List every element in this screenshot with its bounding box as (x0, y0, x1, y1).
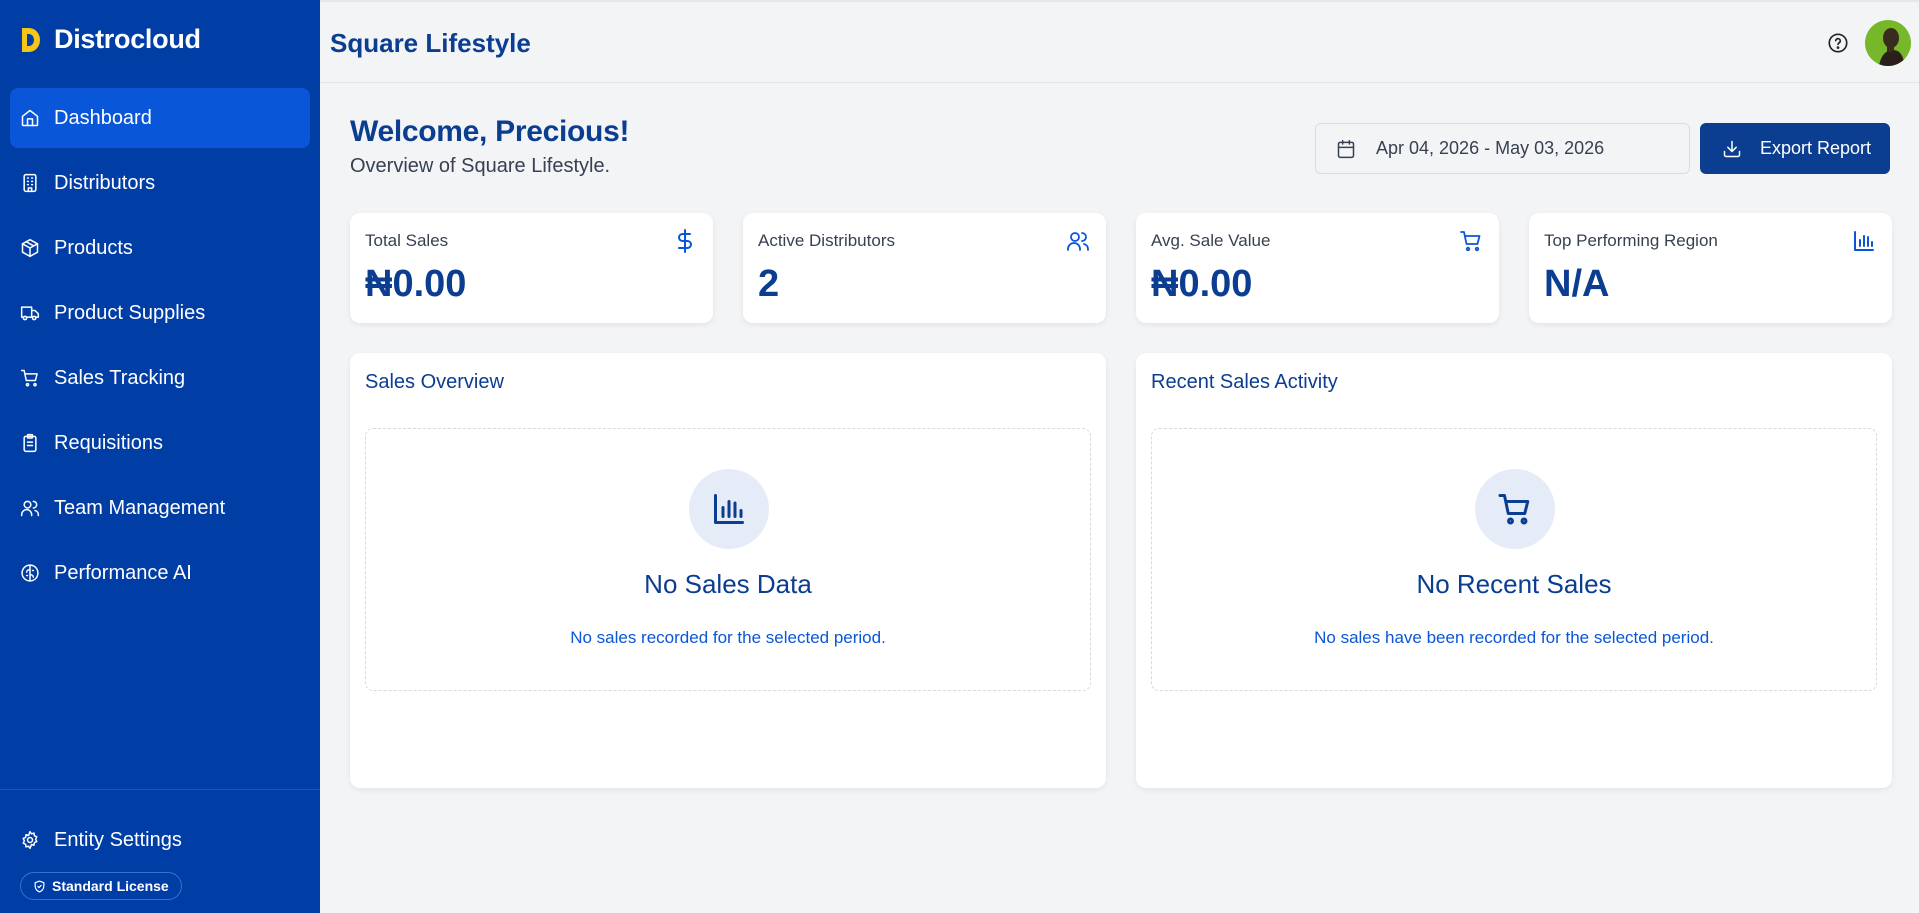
sidebar-item-distributors[interactable]: Distributors (10, 153, 310, 213)
sidebar-item-requisitions[interactable]: Requisitions (10, 413, 310, 473)
date-range-picker[interactable]: Apr 04, 2026 - May 03, 2026 (1315, 123, 1690, 174)
users-icon (20, 500, 40, 517)
sidebar-item-label: Dashboard (54, 106, 152, 129)
sidebar-item-label: Team Management (54, 496, 226, 519)
sidebar-item-label: Requisitions (54, 431, 163, 454)
sidebar-nav: Dashboard Distributors Products Product … (10, 88, 310, 608)
avatar[interactable] (1865, 20, 1911, 66)
sidebar-item-products[interactable]: Products (10, 218, 310, 278)
stat-value: ₦0.00 (1151, 263, 1253, 305)
download-icon (1723, 140, 1741, 157)
stat-label: Avg. Sale Value (1151, 231, 1271, 250)
stat-card-top-region: Top Performing Region N/A (1529, 213, 1892, 323)
users-icon (1067, 232, 1089, 251)
stat-card-active-distributors: Active Distributors 2 (743, 213, 1106, 323)
stat-label: Active Distributors (758, 231, 895, 250)
sidebar-item-label: Performance AI (54, 561, 192, 584)
stat-label: Top Performing Region (1544, 231, 1718, 250)
sidebar-item-dashboard[interactable]: Dashboard (10, 88, 310, 148)
distrocloud-logo-icon (22, 27, 40, 52)
stat-card-avg-sale-value: Avg. Sale Value ₦0.00 (1136, 213, 1499, 323)
help-icon[interactable] (1827, 32, 1849, 54)
cart-icon (20, 369, 38, 387)
topbar: Square Lifestyle (320, 0, 1919, 83)
sidebar-footer: Entity Settings Standard License (0, 789, 320, 900)
shield-icon (34, 879, 45, 893)
clipboard-icon (23, 433, 37, 453)
license-label: Standard License (52, 878, 169, 894)
empty-state-text: No sales recorded for the selected perio… (570, 628, 886, 647)
stat-value: N/A (1544, 263, 1610, 305)
sidebar-item-product-supplies[interactable]: Product Supplies (10, 283, 310, 343)
sidebar-item-sales-tracking[interactable]: Sales Tracking (10, 348, 310, 408)
cart-icon (1460, 231, 1481, 252)
export-report-button[interactable]: Export Report (1700, 123, 1890, 174)
sidebar-item-performance-ai[interactable]: Performance AI (10, 543, 310, 603)
sidebar-item-team-management[interactable]: Team Management (10, 478, 310, 538)
license-badge: Standard License (20, 872, 182, 900)
page-title: Welcome, Precious! (350, 115, 630, 148)
cart-icon (1498, 494, 1530, 525)
page-subtitle: Overview of Square Lifestyle. (350, 155, 611, 177)
date-range-label: Apr 04, 2026 - May 03, 2026 (1376, 138, 1605, 158)
sidebar: Distrocloud Dashboard Distributors Produ… (0, 0, 320, 913)
stat-value: ₦0.00 (365, 263, 467, 305)
empty-state-title: No Recent Sales (1416, 569, 1612, 599)
stat-card-total-sales: Total Sales ₦0.00 (350, 213, 713, 323)
brand[interactable]: Distrocloud (18, 24, 201, 55)
panel-title: Recent Sales Activity (1151, 371, 1338, 393)
stat-label: Total Sales (365, 231, 449, 250)
empty-state: No Sales Data No sales recorded for the … (365, 428, 1091, 691)
brand-name: Distrocloud (54, 24, 201, 54)
stat-value: 2 (758, 263, 780, 305)
package-icon (21, 238, 39, 258)
building-icon (23, 173, 37, 193)
sidebar-item-label: Products (54, 236, 133, 259)
sidebar-item-label: Distributors (54, 171, 156, 194)
dollar-icon (678, 229, 692, 253)
brain-icon (21, 564, 39, 582)
empty-state-text: No sales have been recorded for the sele… (1314, 628, 1714, 647)
gear-icon (22, 830, 38, 850)
recent-sales-panel: Recent Sales Activity No Recent Sales No… (1136, 353, 1892, 788)
truck-icon (20, 306, 40, 321)
sidebar-item-entity-settings[interactable]: Entity Settings (10, 810, 310, 870)
bar-chart-icon (1854, 231, 1874, 251)
empty-state: No Recent Sales No sales have been recor… (1151, 428, 1877, 691)
entity-title: Square Lifestyle (330, 28, 531, 58)
sidebar-item-label: Product Supplies (54, 301, 206, 324)
panel-title: Sales Overview (365, 371, 504, 393)
home-icon (21, 109, 39, 127)
export-report-label: Export Report (1760, 138, 1872, 158)
sales-overview-panel: Sales Overview No Sales Data No sales re… (350, 353, 1106, 788)
empty-state-title: No Sales Data (644, 569, 812, 599)
sidebar-item-label: Sales Tracking (54, 366, 186, 389)
greeting: Welcome, Precious! Overview of Square Li… (350, 115, 629, 178)
user-avatar-icon (1879, 28, 1905, 66)
empty-state-icon-wrap (689, 469, 769, 549)
calendar-icon (1337, 139, 1355, 158)
bar-chart-icon (714, 494, 744, 524)
sidebar-item-label: Entity Settings (54, 828, 182, 851)
empty-state-icon-wrap (1475, 469, 1555, 549)
